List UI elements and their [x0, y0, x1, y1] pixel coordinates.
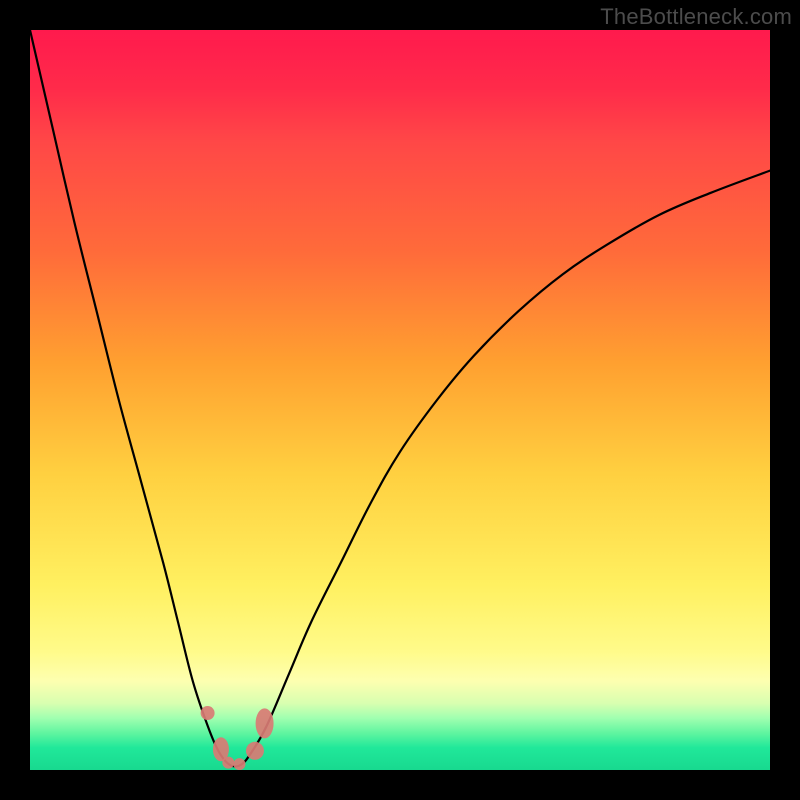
curve-layer	[30, 30, 770, 770]
curve-marker-4	[246, 742, 264, 760]
plot-area	[30, 30, 770, 770]
bottleneck-curve	[30, 30, 770, 767]
curve-marker-5	[256, 708, 274, 738]
curve-marker-3	[233, 758, 245, 770]
curve-marker-2	[222, 757, 234, 769]
attribution-text: TheBottleneck.com	[600, 4, 792, 30]
curve-marker-0	[201, 706, 215, 720]
chart-frame: TheBottleneck.com	[0, 0, 800, 800]
